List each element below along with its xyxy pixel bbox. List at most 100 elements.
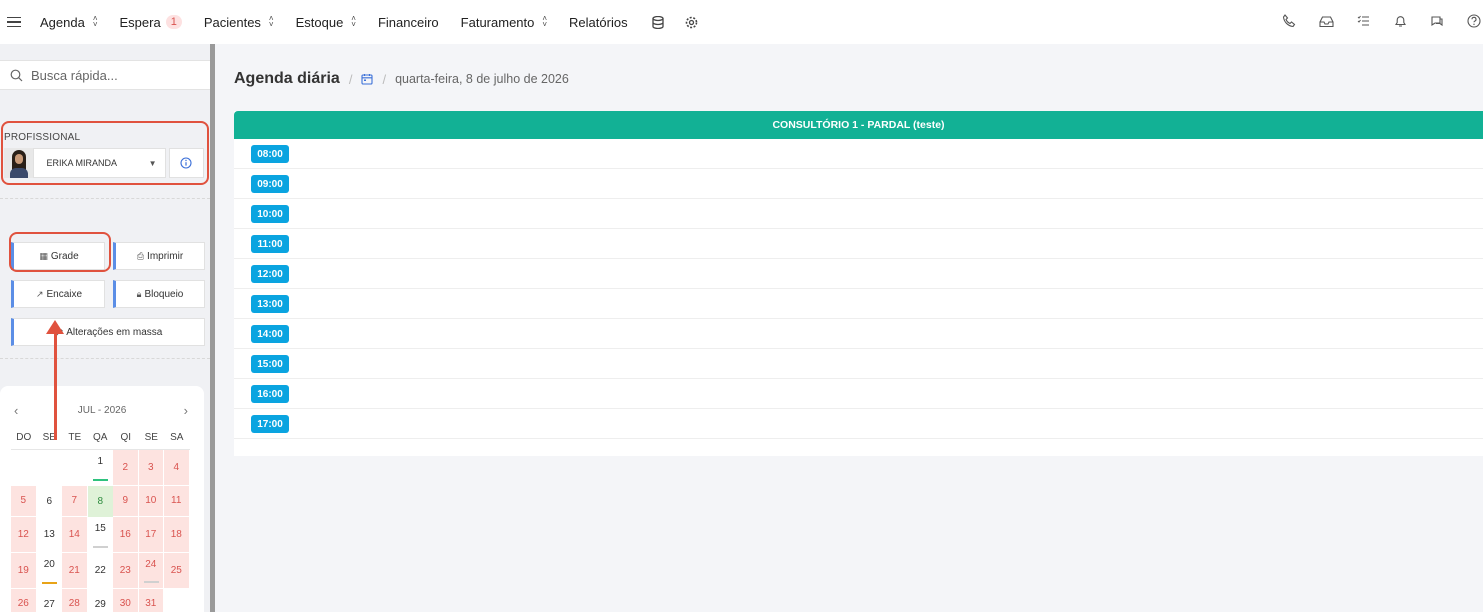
grade-highlight	[9, 232, 111, 272]
calendar-week: 1 2 3 4	[11, 450, 190, 486]
calendar-day[interactable]: 24	[138, 552, 164, 589]
calendar-day[interactable]: 23	[113, 552, 139, 589]
bloqueio-label: Bloqueio	[144, 288, 184, 300]
time-slot[interactable]: 13:00	[234, 289, 1483, 319]
calendar-empty-cell	[37, 450, 63, 486]
menu-icon[interactable]	[7, 16, 21, 28]
calendar-day[interactable]: 29	[88, 589, 114, 612]
help-icon[interactable]	[1465, 12, 1483, 30]
phone-icon[interactable]	[1280, 12, 1298, 30]
calendar-empty-cell	[11, 450, 37, 486]
task-list-icon[interactable]	[1354, 12, 1372, 30]
calendar-day[interactable]: 14	[62, 516, 88, 553]
calendar-day[interactable]: 5	[11, 486, 37, 517]
top-nav: Agenda ˄ ˅ Espera 1 Pacientes ˄ ˅ Estoque …	[0, 0, 1483, 44]
nav-faturamento-label: Faturamento	[460, 14, 535, 30]
nav-pacientes[interactable]: Pacientes ˄ ˅	[204, 15, 274, 30]
quick-search[interactable]	[0, 60, 210, 90]
calendar-day[interactable]: 6	[37, 486, 63, 517]
schedule-panel: CONSULTÓRIO 1 - PARDAL (teste) 08:00 09:…	[234, 111, 1483, 456]
weekday-label: SE	[144, 432, 158, 443]
alteracoes-em-massa-button[interactable]: ⇄ Alterações em massa	[11, 318, 205, 346]
bell-icon[interactable]	[1391, 12, 1409, 30]
calendar-day[interactable]: 31	[138, 588, 164, 612]
encaixe-label: Encaixe	[46, 288, 83, 300]
calendar-grid: 1 2 3 4 5 6 7 8 9 10 11 12 13 14 15 16 1…	[11, 449, 190, 612]
time-badge: 11:00	[251, 235, 289, 253]
nav-agenda[interactable]: Agenda ˄ ˅	[40, 15, 98, 30]
calendar-day[interactable]: 12	[11, 516, 37, 553]
calendar-day[interactable]: 2	[113, 450, 139, 486]
nav-relatorios[interactable]: Relatórios	[569, 15, 628, 30]
imprimir-label: Imprimir	[147, 250, 184, 262]
time-badge: 09:00	[251, 175, 289, 193]
imprimir-button[interactable]: ⎙ Imprimir	[113, 242, 205, 270]
calendar-day[interactable]: 17	[138, 516, 164, 553]
chevron-updown-icon: ˄ ˅	[268, 14, 274, 29]
external-link-icon: ↗	[35, 288, 44, 299]
calendar-day[interactable]: 3	[138, 450, 164, 486]
calendar-empty-cell	[164, 589, 190, 612]
database-icon[interactable]	[650, 14, 666, 30]
calendar-day[interactable]: 21	[62, 552, 88, 589]
calendar-day[interactable]: 28	[62, 588, 88, 612]
calendar-day[interactable]: 1	[88, 450, 114, 486]
chevron-updown-icon: ˄ ˅	[92, 14, 98, 29]
bloqueio-button[interactable]: 🔒︎ Bloqueio	[113, 280, 205, 308]
calendar-day[interactable]: 16	[113, 516, 139, 553]
inbox-icon[interactable]	[1317, 12, 1335, 30]
calendar-day[interactable]: 7	[62, 486, 88, 517]
chat-icon[interactable]	[1428, 12, 1446, 30]
time-slot[interactable]: 17:00	[234, 409, 1483, 439]
calendar-week: 19 20 21 22 23 24 25	[11, 552, 190, 589]
time-slot[interactable]: 11:00	[234, 229, 1483, 259]
calendar-day[interactable]: 11	[164, 486, 190, 517]
time-slot[interactable]: 12:00	[234, 259, 1483, 289]
breadcrumb-separator: /	[348, 71, 353, 87]
mini-calendar: ‹ JUL - 2026 › DO SE TE QA QI SE SA 1 2 …	[0, 386, 204, 612]
calendar-day[interactable]: 26	[11, 588, 37, 612]
time-slot[interactable]: 14:00	[234, 319, 1483, 349]
time-slot[interactable]: 15:00	[234, 349, 1483, 379]
time-badge: 17:00	[251, 415, 289, 433]
search-input[interactable]	[31, 67, 201, 83]
calendar-day[interactable]: 9	[113, 486, 139, 517]
time-badge: 15:00	[251, 355, 289, 373]
calendar-day[interactable]: 30	[113, 588, 139, 612]
sidebar-scrollbar[interactable]	[210, 44, 215, 612]
calendar-day[interactable]: 22	[88, 553, 114, 589]
gear-icon[interactable]	[684, 14, 700, 30]
nav-faturamento[interactable]: Faturamento ˄ ˅	[461, 15, 547, 30]
time-slot[interactable]: 16:00	[234, 379, 1483, 409]
time-badge: 08:00	[251, 145, 289, 163]
calendar-day[interactable]: 25	[164, 552, 190, 589]
calendar-day[interactable]: 27	[37, 589, 63, 612]
calendar-month-label: JUL - 2026	[77, 405, 127, 416]
nav-espera[interactable]: Espera 1	[120, 15, 182, 30]
nav-financeiro[interactable]: Financeiro	[378, 15, 439, 30]
weekday-label: QA	[93, 432, 108, 443]
calendar-day[interactable]: 20	[37, 553, 63, 589]
calendar-day[interactable]: 15	[88, 517, 114, 553]
calendar-header: ‹ JUL - 2026 ›	[0, 403, 204, 420]
calendar-day-selected[interactable]: 8	[87, 486, 113, 517]
calendar-day[interactable]: 4	[164, 450, 190, 486]
calendar-day[interactable]: 13	[37, 517, 63, 553]
nav-financeiro-label: Financeiro	[377, 14, 439, 30]
weekday-label: SA	[170, 432, 184, 443]
calendar-day[interactable]: 18	[164, 516, 190, 553]
time-slot[interactable]: 09:00	[234, 169, 1483, 199]
nav-estoque[interactable]: Estoque ˄ ˅	[296, 15, 356, 30]
weekday-label: SE	[42, 432, 56, 443]
encaixe-button[interactable]: ↗ Encaixe	[11, 280, 105, 308]
calendar-day[interactable]: 10	[138, 486, 164, 517]
time-slot[interactable]: 08:00	[234, 139, 1483, 169]
time-badge: 16:00	[251, 385, 289, 403]
breadcrumb-date: quarta-feira, 8 de julho de 2026	[395, 72, 569, 86]
calendar-day[interactable]: 19	[11, 552, 37, 589]
time-slot[interactable]: 10:00	[234, 199, 1483, 229]
time-badge: 13:00	[251, 295, 289, 313]
chevron-right-icon[interactable]: ›	[184, 403, 188, 418]
time-badge: 12:00	[251, 265, 289, 283]
calendar-icon	[361, 73, 373, 85]
